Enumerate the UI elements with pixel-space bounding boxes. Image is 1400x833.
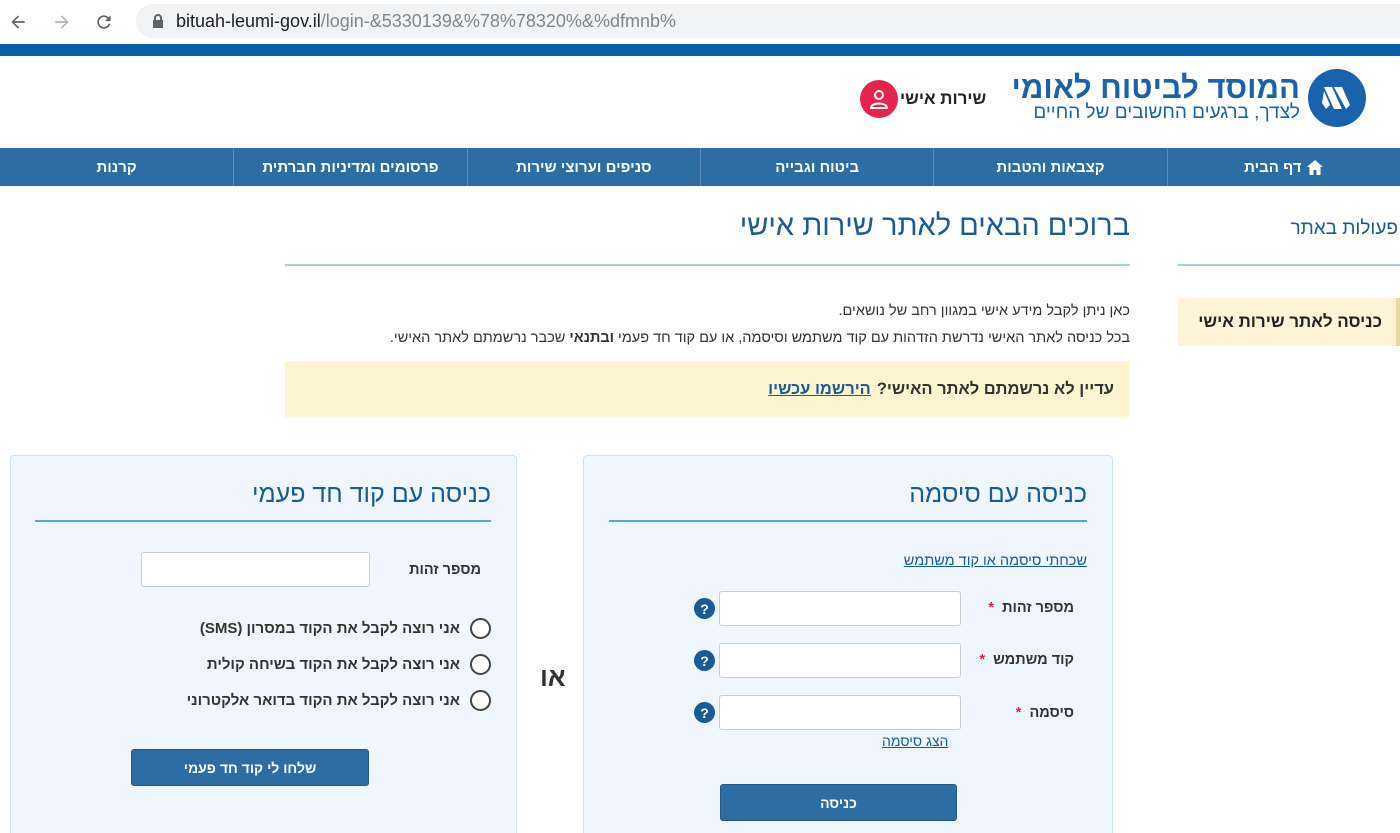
nav-item-branches[interactable]: סניפים וערוצי שירות — [466, 148, 700, 186]
url-domain: bituah-leumi-gov.il — [176, 10, 321, 31]
forgot-password-link[interactable]: שכחתי סיסמה או קוד משתמש — [904, 553, 1087, 569]
otp-id-number-label: מספר זהות — [409, 562, 481, 578]
lock-icon — [153, 14, 163, 28]
password-login-title: כניסה עם סיסמה — [909, 480, 1087, 508]
nav-item-home[interactable]: דף הבית — [1166, 148, 1400, 186]
otp-option-sms[interactable]: אני רוצה לקבל את הקוד במסרון (SMS) — [200, 618, 491, 639]
intro-line-2: בכל כניסה לאתר האישי נדרשת הזדהות עם קוד… — [285, 325, 1130, 352]
id-number-label-text: מספר זהות — [1002, 600, 1074, 616]
required-asterisk: * — [988, 600, 995, 616]
or-separator: או — [540, 662, 566, 692]
nav-item-label: דף הבית — [1244, 158, 1302, 176]
user-icon — [860, 80, 898, 118]
radio-button[interactable] — [470, 690, 491, 711]
personal-service-link[interactable]: שירות אישי — [860, 80, 986, 118]
username-input[interactable] — [719, 643, 961, 678]
required-asterisk: * — [979, 652, 986, 668]
help-icon[interactable]: ? — [694, 702, 715, 723]
sidebar-title: פעולות באתר — [1290, 218, 1398, 239]
nav-item-publications[interactable]: פרסומים ומדיניות חברתית — [233, 148, 466, 186]
required-asterisk: * — [1015, 705, 1022, 721]
registration-notice: עדיין לא נרשמתם לאתר האישי? הירשמו עכשיו — [285, 361, 1130, 417]
otp-id-number-input[interactable] — [141, 552, 370, 587]
nav-item-label: סניפים וערוצי שירות — [516, 158, 652, 176]
otp-login-title: כניסה עם קוד חד פעמי — [251, 480, 491, 508]
panel-divider — [35, 520, 491, 522]
username-label: קוד משתמש * — [979, 652, 1074, 668]
send-otp-button[interactable]: שלחו לי קוד חד פעמי — [131, 749, 369, 786]
password-label-text: סיסמה — [1029, 705, 1074, 721]
nav-item-label: קרנות — [96, 158, 137, 176]
intro-line-2-part-b: שכבר נרשמתם לאתר האישי. — [389, 330, 566, 346]
browser-toolbar: bituah-leumi-gov.il/login-&5330139&%78%7… — [0, 0, 1400, 44]
nav-item-insurance[interactable]: ביטוח וגבייה — [699, 148, 933, 186]
nav-item-funds[interactable]: קרנות — [0, 148, 233, 186]
nav-item-label: קצבאות והטבות — [996, 158, 1105, 176]
help-icon[interactable]: ? — [694, 598, 715, 619]
back-arrow-icon[interactable] — [4, 8, 32, 36]
panel-divider — [609, 520, 1087, 522]
login-button[interactable]: כניסה — [720, 784, 957, 821]
id-number-label: מספר זהות * — [988, 600, 1074, 616]
password-input[interactable] — [719, 695, 961, 730]
intro-line-1: כאן ניתן לקבל מידע אישי במגוון רחב של נו… — [838, 303, 1130, 319]
sidebar-item-personal-login[interactable]: כניסה לאתר שירות אישי — [1178, 298, 1400, 346]
nav-item-label: ביטוח וגבייה — [775, 158, 860, 176]
intro-line-2-part-a: בכל כניסה לאתר האישי נדרשת הזדהות עם קוד… — [618, 330, 1130, 346]
password-label: סיסמה * — [1016, 705, 1074, 721]
forward-arrow-icon[interactable] — [48, 8, 76, 36]
registration-question: עדיין לא נרשמתם לאתר האישי? — [876, 379, 1114, 398]
sidebar-divider — [1178, 264, 1400, 266]
logo-subtitle: לצדך, ברגעים החשובים של החיים — [1033, 102, 1300, 123]
radio-button[interactable] — [470, 654, 491, 675]
intro-text: כאן ניתן לקבל מידע אישי במגוון רחב של נו… — [285, 298, 1130, 352]
personal-service-label: שירות אישי — [900, 89, 987, 108]
otp-login-panel: כניסה עם קוד חד פעמי מספר זהות אני רוצה … — [10, 455, 517, 833]
nav-item-allowances[interactable]: קצבאות והטבות — [933, 148, 1166, 186]
site-header: המוסד לביטוח לאומי לצדך, ברגעים החשובים … — [0, 56, 1400, 148]
logo-emblem-icon[interactable] — [1308, 69, 1366, 127]
intro-line-2-bold: ובתנאי — [569, 330, 615, 346]
url-path: /login-&5330139&%78%78320%&%dfmnb% — [320, 10, 676, 31]
logo-title[interactable]: המוסד לביטוח לאומי — [1011, 70, 1300, 106]
username-label-text: קוד משתמש — [993, 652, 1074, 668]
home-icon — [1307, 159, 1324, 175]
help-icon[interactable]: ? — [694, 650, 715, 671]
header-top-band — [0, 44, 1400, 56]
reload-icon[interactable] — [90, 8, 118, 36]
title-divider — [285, 264, 1130, 266]
main-nav: דף הבית קצבאות והטבות ביטוח וגבייה סניפי… — [0, 148, 1400, 186]
otp-option-voice[interactable]: אני רוצה לקבל את הקוד בשיחה קולית — [207, 654, 491, 675]
nav-item-label: פרסומים ומדיניות חברתית — [262, 158, 439, 176]
register-now-link[interactable]: הירשמו עכשיו — [768, 380, 871, 399]
radio-button[interactable] — [470, 618, 491, 639]
id-number-input[interactable] — [719, 591, 961, 626]
radio-label: אני רוצה לקבל את הקוד בדואר אלקטרוני — [186, 692, 460, 709]
otp-option-email[interactable]: אני רוצה לקבל את הקוד בדואר אלקטרוני — [187, 690, 491, 711]
radio-label: אני רוצה לקבל את הקוד בשיחה קולית — [206, 656, 460, 673]
page-title: ברוכים הבאים לאתר שירות אישי — [739, 210, 1130, 242]
radio-label: אני רוצה לקבל את הקוד במסרון (SMS) — [199, 620, 460, 637]
show-password-link[interactable]: הצג סיסמה — [882, 733, 948, 749]
password-login-panel: כניסה עם סיסמה שכחתי סיסמה או קוד משתמש … — [583, 455, 1113, 833]
address-bar[interactable]: bituah-leumi-gov.il/login-&5330139&%78%7… — [136, 4, 1400, 38]
